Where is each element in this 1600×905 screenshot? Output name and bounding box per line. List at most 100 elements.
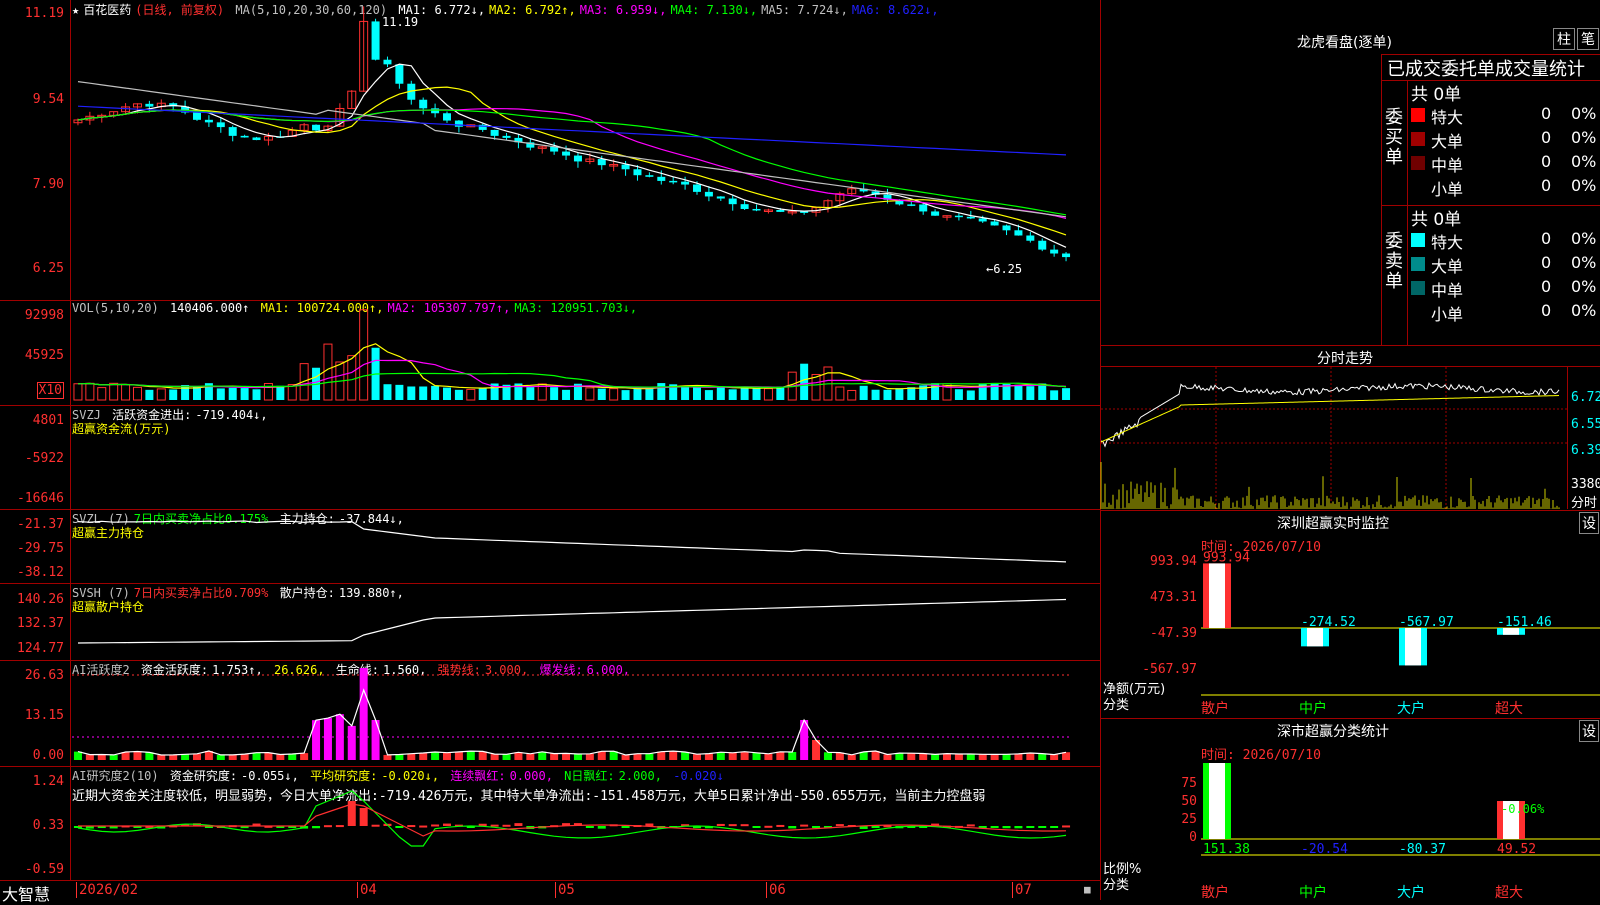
research-bar	[776, 824, 785, 827]
volume-bar	[252, 389, 261, 400]
volume-bar	[740, 386, 749, 400]
activity-bar	[562, 753, 571, 760]
classify-chart: 151.38 -20.54 -80.37 49.52	[1201, 763, 1600, 857]
research-bar	[764, 825, 773, 828]
flow-bar	[778, 432, 782, 434]
bar-mode-button[interactable]: 柱	[1553, 28, 1575, 50]
activity-bar	[943, 753, 951, 760]
monitor-title: 深圳超赢实时监控	[1277, 516, 1389, 532]
price-tick: 11.19	[24, 6, 64, 21]
activity-bar	[323, 718, 332, 760]
research-bar	[645, 823, 654, 826]
flow-bar	[897, 430, 901, 433]
volume-bar	[763, 388, 773, 401]
research-bar	[740, 824, 749, 827]
svzj-panel[interactable]: 4801 -5922 -16646 SVZJ 活跃资金进出: -719.404↓,…	[0, 405, 1100, 510]
volume-bar	[966, 390, 975, 400]
activity-bar	[193, 753, 201, 760]
intraday-tick: 6.72	[1571, 390, 1600, 405]
flow-bar	[588, 432, 592, 434]
research-bar	[621, 826, 630, 828]
volume-bar	[145, 389, 154, 400]
vol-ma2	[77, 359, 1067, 389]
volume-bar	[716, 386, 725, 400]
volume-panel[interactable]: 92998 45925 X10 VOL(5,10,20) 140406.000↑…	[0, 300, 1100, 406]
research-bar	[490, 824, 499, 827]
activity-bar	[335, 714, 344, 760]
activity-bar	[97, 754, 106, 760]
volume-bar	[990, 382, 999, 400]
monitor-settings-button[interactable]: 设	[1579, 512, 1599, 534]
candle-body	[597, 159, 606, 166]
ai2-tick: -0.59	[24, 862, 64, 877]
activity-bar	[907, 753, 916, 760]
candle-body	[431, 108, 440, 114]
candle-body	[145, 103, 154, 107]
activity-bar	[85, 754, 94, 760]
activity-bar	[347, 725, 356, 760]
svzj-axis: 4801 -5922 -16646	[0, 405, 71, 509]
svsh-line	[77, 598, 1067, 644]
classify-value: 49.52	[1497, 842, 1536, 857]
svzl-panel[interactable]: -21.37 -29.75 -38.12 SVZL (7) 7日内买卖净占比0.1…	[0, 509, 1100, 584]
svsh-panel[interactable]: 140.26 132.37 124.77 SVSH (7) 7日内买卖净占比0.7…	[0, 583, 1100, 661]
monitor-value: -274.52	[1301, 615, 1356, 630]
date-label: 2026/02	[76, 882, 138, 898]
activity-bar	[823, 752, 832, 760]
candle-body	[562, 151, 571, 156]
avg-research-line	[78, 803, 1067, 837]
activity-bar	[597, 751, 606, 760]
candle-body	[621, 164, 630, 170]
intraday-vol-unit: 分时	[1571, 496, 1598, 511]
buy-color-swatch	[1411, 132, 1425, 146]
monitor-bar-highlight	[1209, 563, 1225, 628]
main-chart-panel[interactable]: 11.19 9.54 7.90 6.25 ★ 百花医药 (日线, 前复权) MA(5…	[0, 0, 1100, 301]
candle-body	[1038, 240, 1047, 250]
ai-activity-panel[interactable]: 26.63 13.15 0.00 AI活跃度2 资金活跃度: 1.753↑, 26…	[0, 660, 1100, 767]
flow-bar	[433, 432, 437, 434]
candle-body	[1002, 225, 1011, 231]
ai1-tick: 26.63	[24, 668, 64, 683]
ai-research-bars	[73, 790, 1071, 847]
volume-bar	[847, 389, 857, 401]
intraday-vol: 3380	[1571, 477, 1600, 492]
lock-icon[interactable]: ■	[1084, 883, 1091, 896]
volume-bar	[585, 387, 595, 401]
activity-bar	[252, 752, 261, 760]
price-axis: 11.19 9.54 7.90 6.25	[0, 0, 71, 300]
flow-bar	[302, 429, 306, 432]
research-bar	[419, 825, 428, 828]
classify-panel[interactable]: 深市超赢分类统计 设 时间: 2026/07/10 75 50 25 0 151.38…	[1100, 718, 1600, 901]
volume-bar	[156, 388, 166, 401]
activity-bar	[383, 754, 392, 760]
classify-settings-button[interactable]: 设	[1579, 720, 1599, 742]
candle-body	[728, 198, 737, 205]
volume-bar	[181, 384, 190, 400]
flow-bar	[255, 432, 259, 434]
flow-bar	[707, 430, 711, 433]
intraday-panel[interactable]: 分时走势 6.72 6.55 6.39 3380 分时	[1100, 345, 1600, 511]
flow-bar	[385, 432, 389, 435]
dragon-tiger-panel: 龙虎看盘(逐单) 柱 笔 已成交委托单成交量统计 委买单 委卖单 共 0单 共 …	[1100, 0, 1600, 346]
flow-bar	[314, 432, 318, 435]
activity-bar	[514, 752, 523, 760]
volume-bar	[835, 386, 845, 401]
flow-bar	[88, 432, 92, 435]
flow-bar	[766, 432, 770, 434]
svsh-tick: 140.26	[17, 592, 64, 607]
axis-tick: 75	[1181, 776, 1197, 791]
flow-bar	[207, 432, 211, 434]
volume-bar	[526, 387, 535, 400]
monitor-value: -567.97	[1399, 615, 1454, 630]
volume-bar	[323, 343, 333, 401]
classify-value: -80.37	[1399, 842, 1446, 857]
ai-research-panel[interactable]: 1.24 0.33 -0.59 AI研究度2(10) 资金研究度: -0.055↓…	[0, 766, 1100, 881]
pen-mode-button[interactable]: 笔	[1577, 28, 1599, 50]
realtime-monitor-panel[interactable]: 深圳超赢实时监控 设 时间: 2026/07/10 993.94 473.31 -4…	[1100, 510, 1600, 719]
flow-bar	[457, 432, 461, 434]
flow-bar	[505, 432, 509, 434]
candle-body	[216, 122, 225, 128]
buy-row-name: 大单	[1431, 132, 1464, 151]
svzl-tick: -38.12	[17, 565, 64, 580]
flow-bar	[981, 429, 985, 432]
